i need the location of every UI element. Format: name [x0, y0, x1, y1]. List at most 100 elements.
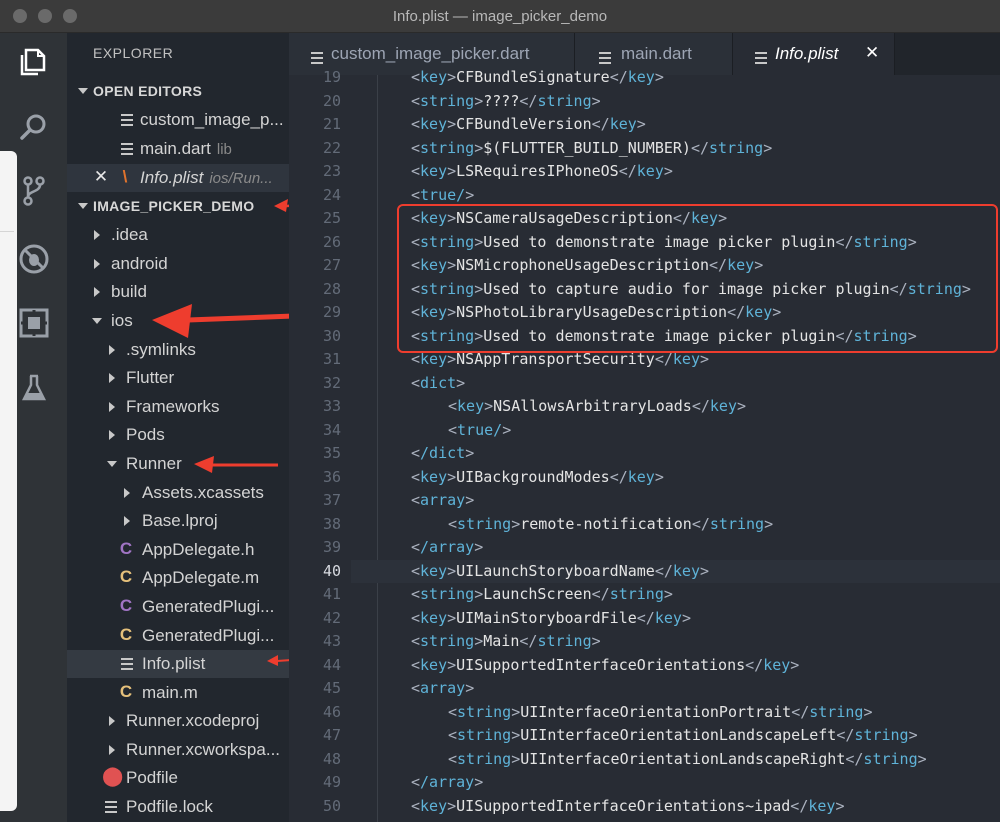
- tree-item[interactable]: Base.lproj: [67, 507, 289, 535]
- xml-punctuation: >: [474, 632, 484, 650]
- tree-item[interactable]: Pods: [67, 421, 289, 449]
- debug-icon[interactable]: [17, 242, 51, 276]
- open-editor-item-active[interactable]: ✕ \ Info.plist ios/Run...: [67, 164, 289, 192]
- code-view[interactable]: <key>CFBundleSignature</key> <string>????…: [351, 68, 1000, 822]
- ruby-gem-icon: ⬤: [102, 766, 124, 787]
- code-line[interactable]: <array>: [351, 677, 1000, 701]
- open-editor-item[interactable]: main.dart lib: [67, 135, 289, 163]
- xml-tag: key: [420, 655, 448, 674]
- files-icon[interactable]: [17, 45, 51, 79]
- tree-item-selected[interactable]: Info.plist: [67, 650, 289, 678]
- chevron-right-icon: [109, 402, 115, 412]
- code-line[interactable]: <string>UIInterfaceOrientationLandscapeR…: [351, 748, 1000, 772]
- xml-punctuation: >: [908, 726, 918, 744]
- xml-tag: key: [420, 115, 448, 133]
- xml-value: ????: [483, 91, 520, 110]
- code-line[interactable]: <key>UISupportedInterfaceOrientations</k…: [351, 654, 1000, 678]
- code-line[interactable]: <true/>: [351, 419, 1000, 443]
- xml-tag: key: [636, 162, 664, 180]
- open-editor-item[interactable]: custom_image_p...: [67, 106, 289, 134]
- tree-item[interactable]: Cmain.m: [67, 679, 289, 707]
- xml-tag: key: [420, 467, 448, 486]
- file-lines-icon: [311, 48, 323, 68]
- close-tab-icon[interactable]: ✕: [865, 43, 879, 63]
- code-line[interactable]: </array>: [351, 771, 1000, 795]
- tree-item[interactable]: C AppDelegate.m: [67, 564, 289, 592]
- xml-punctuation: <: [411, 608, 421, 627]
- xml-punctuation: >: [447, 608, 457, 627]
- extensions-icon[interactable]: [17, 306, 51, 340]
- xml-punctuation: <: [411, 138, 421, 157]
- xml-tag: key: [763, 655, 791, 674]
- tree-item[interactable]: Runner.xcworkspa...: [67, 736, 289, 764]
- xml-punctuation: >: [591, 91, 601, 110]
- open-editors-header[interactable]: OPEN EDITORS: [67, 77, 289, 105]
- xml-punctuation: <: [448, 726, 458, 744]
- source-control-icon[interactable]: [17, 174, 51, 208]
- code-line[interactable]: <string>LaunchScreen</string>: [351, 583, 1000, 607]
- tree-item[interactable]: Runner.xcodeproj: [67, 707, 289, 735]
- xml-tag: /array: [420, 538, 475, 556]
- tree-item[interactable]: .idea: [67, 221, 289, 249]
- code-line[interactable]: <key>LSRequiresIPhoneOS</key>: [351, 160, 1000, 184]
- xml-tag: array: [420, 491, 466, 509]
- code-line[interactable]: <string>UIInterfaceOrientationLandscapeL…: [351, 724, 1000, 748]
- code-line[interactable]: <dict>: [351, 372, 1000, 396]
- xml-punctuation: <: [411, 373, 421, 392]
- xml-tag: true/: [457, 420, 503, 439]
- xml-punctuation: </: [609, 68, 628, 86]
- code-line[interactable]: <string>remote-notification</string>: [351, 513, 1000, 537]
- test-flask-icon[interactable]: [17, 371, 51, 405]
- tree-item[interactable]: Podfile.lock: [67, 793, 289, 821]
- code-line[interactable]: <key>UIBackgroundModes</key>: [351, 466, 1000, 490]
- line-number: 36: [322, 467, 341, 486]
- highlight-box: [397, 204, 998, 353]
- code-line[interactable]: <key>UISupportedInterfaceOrientations~ip…: [351, 795, 1000, 819]
- code-line[interactable]: <string>$(FLUTTER_BUILD_NUMBER)</string>: [351, 137, 1000, 161]
- tree-item[interactable]: android: [67, 250, 289, 278]
- line-number: 40: [322, 561, 341, 580]
- tree-item[interactable]: ⬤ Podfile: [67, 764, 289, 792]
- close-icon[interactable]: ✕: [93, 167, 109, 187]
- chevron-right-icon: [109, 716, 115, 726]
- tree-item[interactable]: Assets.xcassets: [67, 479, 289, 507]
- tree-item[interactable]: C AppDelegate.h: [67, 536, 289, 564]
- xml-punctuation: <: [411, 68, 421, 86]
- tree-item[interactable]: C GeneratedPlugi...: [67, 622, 289, 650]
- code-line[interactable]: <string>????</string>: [351, 90, 1000, 114]
- xml-punctuation: >: [764, 514, 774, 533]
- code-line[interactable]: <string>UIInterfaceOrientationPortrait</…: [351, 701, 1000, 725]
- code-line[interactable]: <key>CFBundleSignature</key>: [351, 66, 1000, 90]
- code-line[interactable]: <key>UIMainStoryboardFile</key>: [351, 607, 1000, 631]
- code-line[interactable]: <key>UILaunchStoryboardName</key>: [351, 559, 1000, 583]
- background-window-edge: [0, 151, 17, 811]
- code-line[interactable]: <key>NSAllowsArbitraryLoads</key>: [351, 395, 1000, 419]
- line-number: 31: [322, 350, 341, 368]
- code-line[interactable]: <key>CFBundleVersion</key>: [351, 113, 1000, 137]
- xml-tag: string: [809, 702, 864, 721]
- tree-item[interactable]: Frameworks: [67, 393, 289, 421]
- xml-punctuation: >: [502, 420, 512, 439]
- line-number: 24: [322, 185, 341, 204]
- xml-punctuation: >: [465, 444, 475, 462]
- xml-punctuation: >: [456, 373, 466, 392]
- xml-punctuation: >: [447, 467, 457, 486]
- xml-punctuation: >: [474, 91, 484, 110]
- xml-punctuation: >: [511, 749, 521, 768]
- xml-punctuation: </: [745, 655, 764, 674]
- xml-tag: key: [627, 68, 655, 86]
- tree-item[interactable]: Flutter: [67, 364, 289, 392]
- code-line[interactable]: <array>: [351, 489, 1000, 513]
- code-line[interactable]: </array>: [351, 536, 1000, 560]
- xml-punctuation: <: [411, 467, 421, 486]
- xml-punctuation: </: [609, 467, 628, 486]
- code-line[interactable]: <string>Main</string>: [351, 630, 1000, 654]
- search-icon[interactable]: [17, 110, 51, 144]
- code-line[interactable]: </dict>: [351, 442, 1000, 466]
- objc-source-icon: C: [119, 625, 133, 644]
- project-folder-header[interactable]: IMAGE_PICKER_DEMO: [67, 192, 289, 220]
- objc-source-icon: C: [119, 567, 133, 586]
- xml-punctuation: >: [447, 796, 457, 815]
- line-number: 43: [322, 632, 341, 650]
- tree-item[interactable]: C GeneratedPlugi...: [67, 593, 289, 621]
